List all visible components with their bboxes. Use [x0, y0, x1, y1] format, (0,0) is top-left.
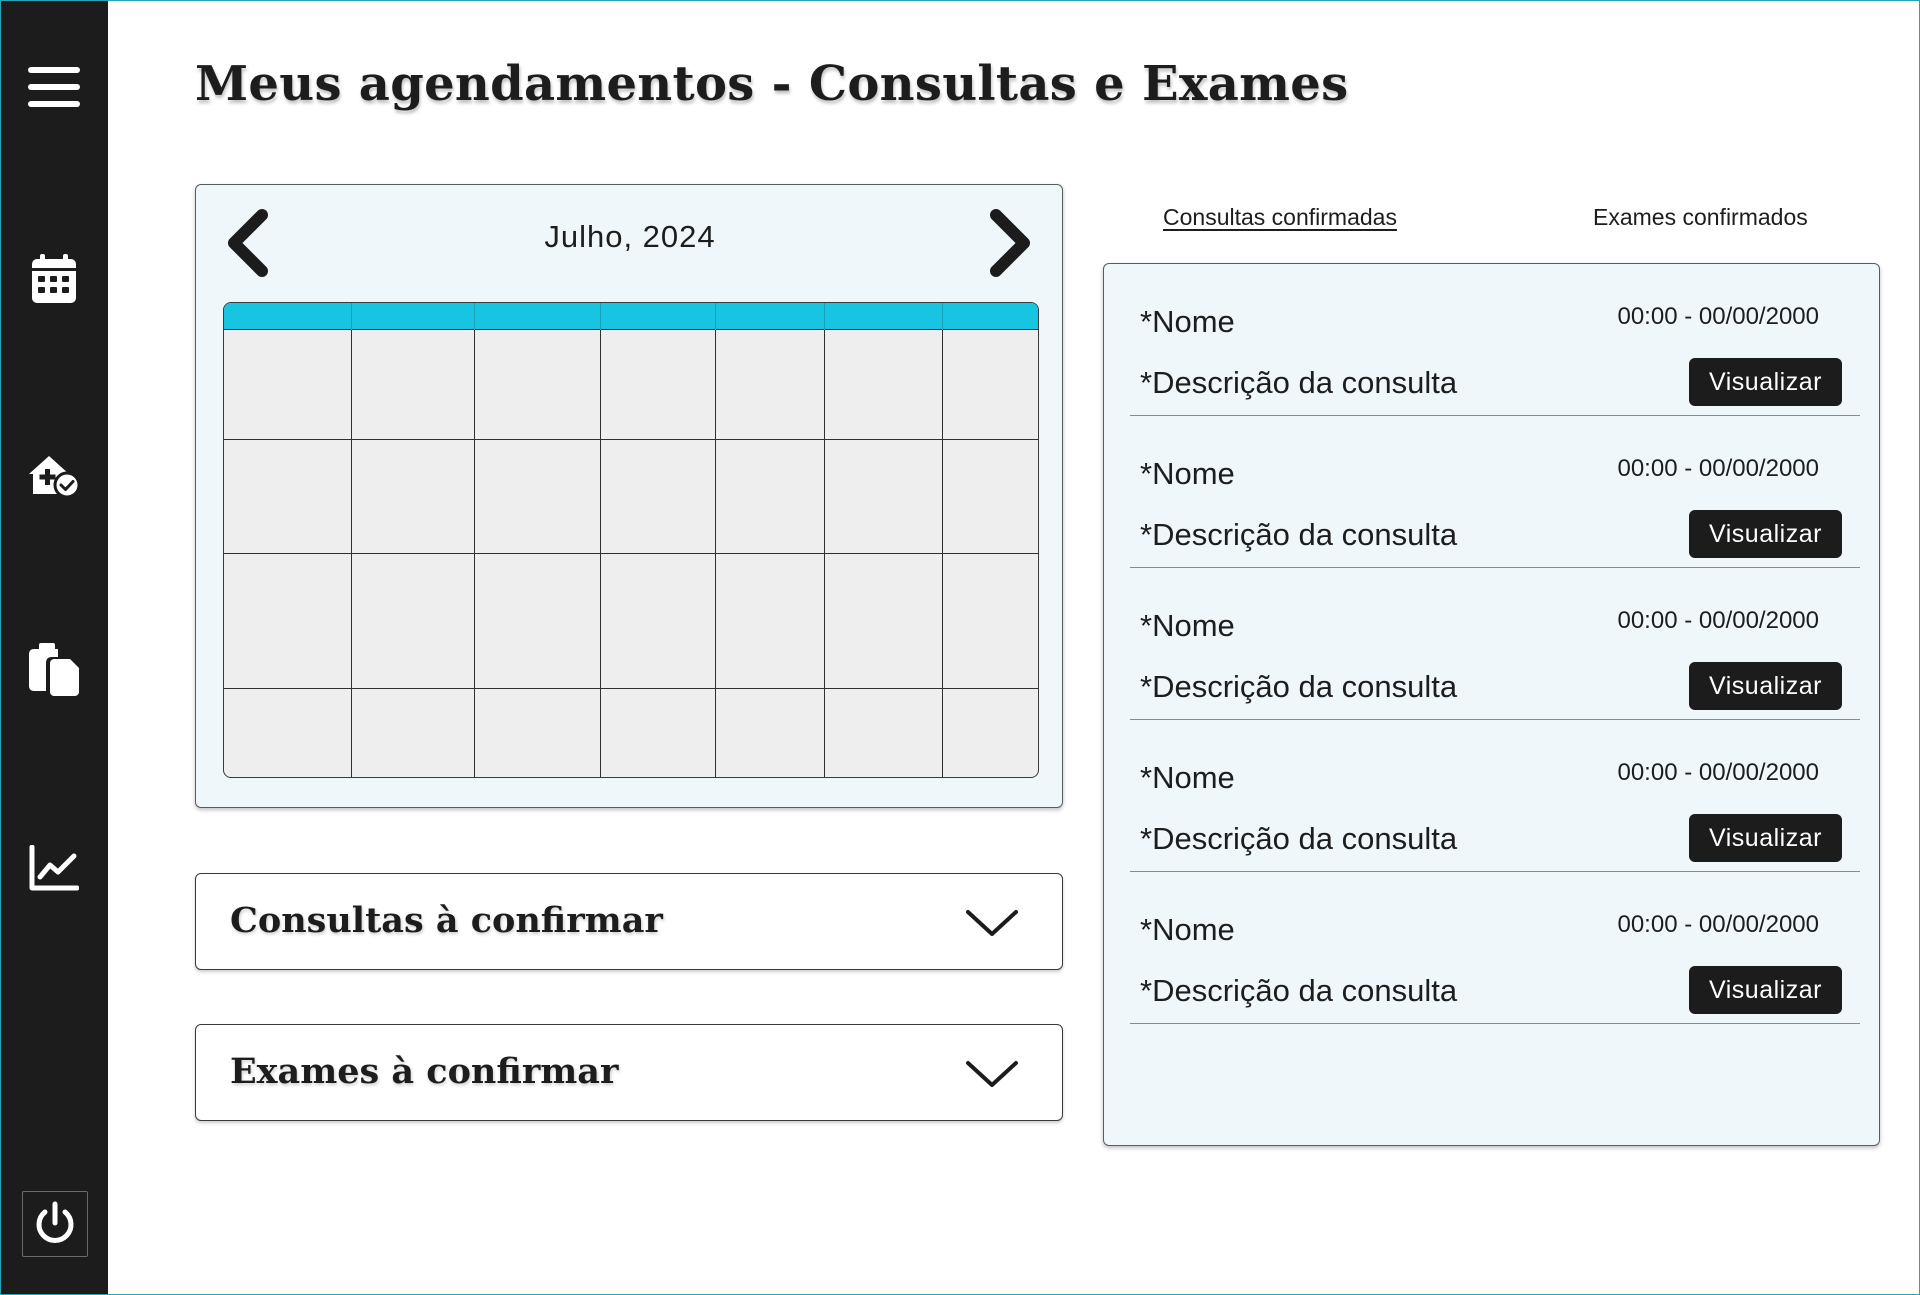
line-chart-icon — [29, 845, 79, 891]
appointment-description: *Descrição da consulta — [1140, 365, 1458, 400]
calendar-day-cell[interactable] — [942, 439, 1038, 553]
sidebar-item-estatisticas[interactable] — [26, 840, 82, 896]
calendar-grid-line — [224, 688, 1038, 689]
view-button[interactable]: Visualizar — [1689, 814, 1842, 862]
calendar-day-cell[interactable] — [715, 553, 824, 688]
accordion-consultas-a-confirmar[interactable]: Consultas à confirmar — [195, 873, 1063, 970]
calendar-day-cell[interactable] — [942, 553, 1038, 688]
page-title: Meus agendamentos - Consultas e Exames — [195, 56, 1349, 112]
calendar-day-cell[interactable] — [600, 553, 715, 688]
calendar-grid-line — [824, 303, 825, 777]
list-item: *Nome 00:00 - 00/00/2000 *Descrição da c… — [1130, 872, 1860, 1024]
clinic-check-icon — [29, 456, 81, 498]
calendar-day-cell[interactable] — [224, 553, 351, 688]
calendar-day-cell[interactable] — [824, 439, 942, 553]
calendar-grid-line — [942, 303, 943, 777]
tab-consultas-confirmadas[interactable]: Consultas confirmadas — [1163, 204, 1397, 231]
calendar-month-label: Julho, 2024 — [544, 219, 716, 254]
calendar-day-cell[interactable] — [224, 688, 351, 777]
chevron-down-icon — [966, 910, 1018, 936]
view-button[interactable]: Visualizar — [1689, 662, 1842, 710]
calendar-grid-line — [224, 553, 1038, 554]
calendar-day-cell[interactable] — [600, 688, 715, 777]
sidebar-item-agenda[interactable] — [26, 251, 82, 307]
appointment-description: *Descrição da consulta — [1140, 669, 1458, 704]
appointment-description: *Descrição da consulta — [1140, 821, 1458, 856]
sidebar — [0, 0, 108, 1295]
calendar-day-cell[interactable] — [351, 330, 474, 439]
logout-button[interactable] — [22, 1191, 88, 1257]
appointment-name: *Nome — [1140, 304, 1235, 339]
appointment-description: *Descrição da consulta — [1140, 517, 1458, 552]
calendar-day-cell[interactable] — [715, 688, 824, 777]
appointment-name: *Nome — [1140, 760, 1235, 795]
calendar-header-divider — [942, 303, 943, 330]
calendar-day-cell[interactable] — [824, 553, 942, 688]
view-button[interactable]: Visualizar — [1689, 358, 1842, 406]
calendar-day-cell[interactable] — [351, 688, 474, 777]
calendar-header-divider — [351, 303, 352, 330]
sidebar-item-consultas[interactable] — [26, 447, 82, 503]
calendar-day-cell[interactable] — [224, 439, 351, 553]
chevron-down-icon — [966, 1061, 1018, 1087]
appointment-description: *Descrição da consulta — [1140, 973, 1458, 1008]
list-item: *Nome 00:00 - 00/00/2000 *Descrição da c… — [1130, 416, 1860, 568]
calendar-day-cell[interactable] — [474, 439, 600, 553]
tab-exames-confirmados[interactable]: Exames confirmados — [1593, 204, 1808, 231]
calendar-day-cell[interactable] — [474, 330, 600, 439]
appointment-datetime: 00:00 - 00/00/2000 — [1617, 607, 1819, 634]
view-button[interactable]: Visualizar — [1689, 510, 1842, 558]
menu-button[interactable] — [26, 59, 82, 115]
calendar-header-divider — [715, 303, 716, 330]
calendar-day-cell[interactable] — [351, 553, 474, 688]
calendar-grid-line — [351, 303, 352, 777]
appointment-datetime: 00:00 - 00/00/2000 — [1617, 303, 1819, 330]
calendar-day-cell[interactable] — [600, 330, 715, 439]
calendar-day-cell[interactable] — [474, 553, 600, 688]
calendar-next-button[interactable] — [980, 203, 1040, 283]
calendar-header-divider — [824, 303, 825, 330]
calendar-day-cell[interactable] — [942, 688, 1038, 777]
calendar-weekday-header — [224, 303, 1038, 330]
sidebar-item-exames[interactable] — [26, 642, 82, 698]
appointment-name: *Nome — [1140, 912, 1235, 947]
accordion-title: Exames à confirmar — [230, 1051, 619, 1092]
calendar-day-cell[interactable] — [715, 439, 824, 553]
calendar-day-cell[interactable] — [600, 439, 715, 553]
hamburger-menu-icon — [28, 67, 80, 107]
view-button[interactable]: Visualizar — [1689, 966, 1842, 1014]
calendar-icon — [32, 254, 76, 303]
appointment-datetime: 00:00 - 00/00/2000 — [1617, 759, 1819, 786]
calendar-grid-line — [600, 303, 601, 777]
calendar: Julho, 2024 — [195, 184, 1063, 808]
calendar-day-cell[interactable] — [824, 688, 942, 777]
calendar-header-divider — [474, 303, 475, 330]
list-item: *Nome 00:00 - 00/00/2000 *Descrição da c… — [1130, 720, 1860, 872]
calendar-day-cell[interactable] — [824, 330, 942, 439]
appointment-name: *Nome — [1140, 456, 1235, 491]
clipboard-icon — [29, 643, 79, 696]
confirmed-appointments-list: *Nome 00:00 - 00/00/2000 *Descrição da c… — [1103, 263, 1880, 1146]
calendar-grid-line — [715, 303, 716, 777]
list-item: *Nome 00:00 - 00/00/2000 *Descrição da c… — [1130, 264, 1860, 416]
calendar-day-cell[interactable] — [942, 330, 1038, 439]
appointment-datetime: 00:00 - 00/00/2000 — [1617, 911, 1819, 938]
calendar-day-cell[interactable] — [351, 439, 474, 553]
accordion-exames-a-confirmar[interactable]: Exames à confirmar — [195, 1024, 1063, 1121]
accordion-title: Consultas à confirmar — [230, 900, 663, 941]
chevron-right-icon — [990, 209, 1030, 277]
calendar-grid-line — [474, 303, 475, 777]
calendar-header-divider — [600, 303, 601, 330]
calendar-grid — [223, 302, 1039, 778]
list-item: *Nome 00:00 - 00/00/2000 *Descrição da c… — [1130, 568, 1860, 720]
calendar-grid-line — [224, 439, 1038, 440]
appointment-datetime: 00:00 - 00/00/2000 — [1617, 455, 1819, 482]
calendar-day-cell[interactable] — [474, 688, 600, 777]
appointment-name: *Nome — [1140, 608, 1235, 643]
power-icon — [36, 1201, 74, 1243]
calendar-day-cell[interactable] — [715, 330, 824, 439]
calendar-day-cell[interactable] — [224, 330, 351, 439]
